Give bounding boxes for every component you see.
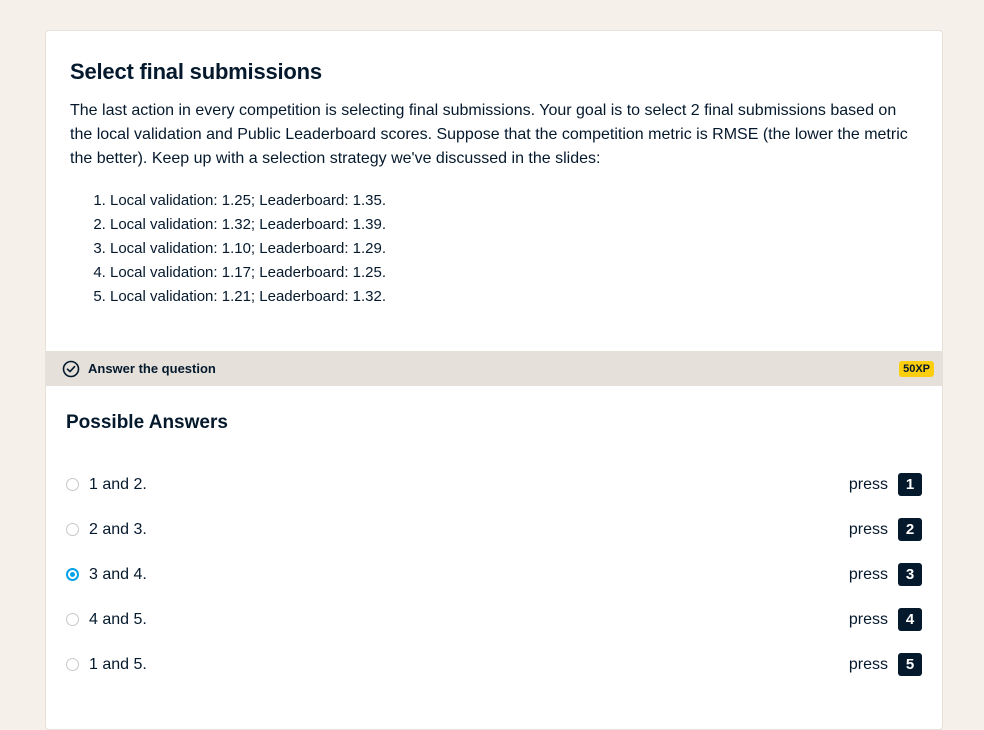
- answer-option-label: 1 and 2.: [89, 475, 147, 493]
- answer-option-label: 3 and 4.: [89, 565, 147, 583]
- list-item: Local validation: 1.10; Leaderboard: 1.2…: [110, 237, 918, 261]
- list-item: Local validation: 1.17; Leaderboard: 1.2…: [110, 261, 918, 285]
- answer-option-label: 2 and 3.: [89, 520, 147, 538]
- exercise-content: Select final submissions The last action…: [46, 31, 942, 351]
- exercise-card: Select final submissions The last action…: [45, 30, 943, 730]
- answer-question-bar: Answer the question 50XP: [46, 351, 942, 386]
- press-label: press: [848, 655, 888, 673]
- press-label: press: [848, 520, 888, 538]
- list-item: Local validation: 1.25; Leaderboard: 1.3…: [110, 189, 918, 213]
- press-label: press: [848, 610, 888, 628]
- submission-list: Local validation: 1.25; Leaderboard: 1.3…: [70, 189, 918, 309]
- answer-question-label: Answer the question: [88, 361, 216, 376]
- xp-badge: 50XP: [899, 360, 934, 377]
- radio-button[interactable]: [66, 523, 79, 536]
- answer-option-2[interactable]: 2 and 3. press 2: [66, 507, 922, 552]
- answer-option-3[interactable]: 3 and 4. press 3: [66, 552, 922, 597]
- keyboard-shortcut-key: 5: [898, 653, 922, 676]
- keyboard-shortcut-key: 1: [898, 473, 922, 496]
- radio-button[interactable]: [66, 658, 79, 671]
- keyboard-shortcut-key: 4: [898, 608, 922, 631]
- answer-option-label: 4 and 5.: [89, 610, 147, 628]
- possible-answers-title: Possible Answers: [66, 412, 228, 433]
- keyboard-shortcut-key: 2: [898, 518, 922, 541]
- keyboard-shortcut-key: 3: [898, 563, 922, 586]
- check-circle-icon: [62, 360, 80, 378]
- list-item: Local validation: 1.21; Leaderboard: 1.3…: [110, 285, 918, 309]
- answer-option-5[interactable]: 1 and 5. press 5: [66, 642, 922, 687]
- radio-button[interactable]: [66, 478, 79, 491]
- exercise-description: The last action in every competition is …: [70, 102, 908, 167]
- radio-button[interactable]: [66, 613, 79, 626]
- answer-option-label: 1 and 5.: [89, 655, 147, 673]
- possible-answers: Possible Answers 1 and 2. press 1 2 and …: [46, 386, 942, 687]
- list-item: Local validation: 1.32; Leaderboard: 1.3…: [110, 213, 918, 237]
- answer-option-4[interactable]: 4 and 5. press 4: [66, 597, 922, 642]
- press-label: press: [848, 565, 888, 583]
- press-label: press: [848, 475, 888, 493]
- radio-button-selected[interactable]: [66, 568, 79, 581]
- answer-option-1[interactable]: 1 and 2. press 1: [66, 462, 922, 507]
- exercise-title: Select final submissions: [70, 59, 322, 84]
